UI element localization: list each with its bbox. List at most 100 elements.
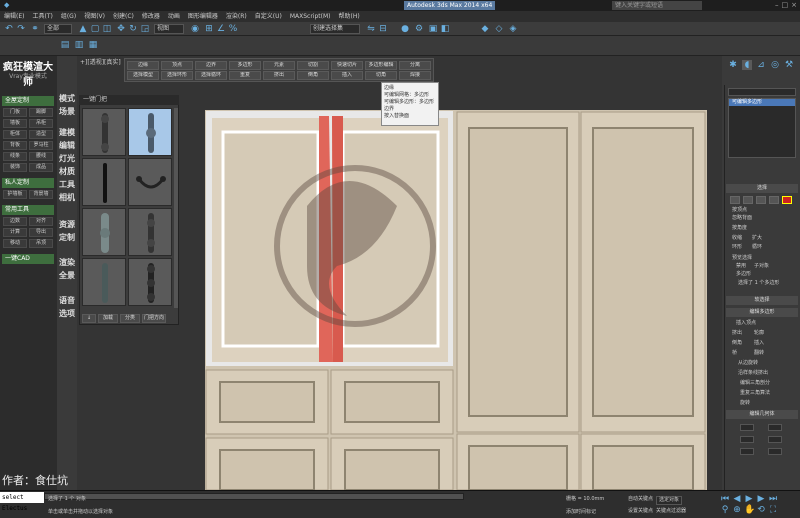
spinner-field[interactable] <box>768 436 782 443</box>
library-button[interactable]: 门把方向 <box>142 314 166 323</box>
create-icon[interactable]: ✱ <box>728 60 738 70</box>
goto-end-icon[interactable]: ⏭ <box>768 494 778 504</box>
percent-snap-icon[interactable]: % <box>228 24 238 34</box>
utilities-icon[interactable]: ⚒ <box>784 60 794 70</box>
key-selection-dropdown[interactable]: 选定对象 <box>656 496 683 505</box>
edit-polygon-option[interactable]: 从边旋转 <box>738 360 758 367</box>
edit-polygon-option[interactable]: 翻转 <box>754 350 764 357</box>
rotate-icon[interactable]: ↻ <box>128 24 138 34</box>
scene-explorer-icon[interactable]: ▥ <box>74 40 84 50</box>
plugin-button[interactable]: 移动 <box>3 239 27 248</box>
selection-option[interactable]: 忽略背面 <box>732 215 752 222</box>
play-icon[interactable]: ▶ <box>744 494 754 504</box>
search-input[interactable]: 键入关键字或短语 <box>612 1 702 10</box>
menu-item[interactable]: 帮助(H) <box>335 11 364 22</box>
plugin-button[interactable]: 护墙板 <box>3 190 27 199</box>
poly-tool-button[interactable]: 插入 <box>331 71 363 80</box>
prev-frame-icon[interactable]: ◀ <box>732 494 742 504</box>
poly-tool-button[interactable]: 重复 <box>229 71 261 80</box>
selection-option[interactable]: 预览选择 <box>732 255 752 262</box>
plugin-button[interactable]: 装饰 <box>3 163 27 172</box>
link-icon[interactable]: ⚭ <box>30 24 40 34</box>
plugin-section-header[interactable]: 私人定制 <box>2 178 54 188</box>
next-frame-icon[interactable]: ▶ <box>756 494 766 504</box>
menu-item[interactable]: 图形编辑器 <box>184 11 222 22</box>
plugin-vertical-tab[interactable]: 定制 <box>58 233 76 243</box>
edit-polygon-option[interactable]: 旋转 <box>740 400 750 407</box>
selection-option[interactable]: 扩大 <box>752 235 762 242</box>
library-button[interactable]: 分类 <box>120 314 140 323</box>
selection-filter-dropdown[interactable]: 全部 <box>44 24 72 34</box>
reference-coordinate-dropdown[interactable]: 视图 <box>154 24 184 34</box>
menu-item[interactable]: 渲染(R) <box>222 11 251 22</box>
poly-tool-button[interactable]: 分离 <box>399 61 431 70</box>
undo-icon[interactable]: ↶ <box>4 24 14 34</box>
edit-polygon-option[interactable]: 重复三角算法 <box>740 390 770 397</box>
align-icon[interactable]: ⊟ <box>378 24 388 34</box>
plugin-vertical-tab[interactable]: 资源 <box>58 220 76 230</box>
selection-option[interactable]: 收缩 <box>732 235 742 242</box>
subobject-border-icon[interactable] <box>756 196 766 204</box>
menu-item[interactable]: 编辑(E) <box>0 11 28 22</box>
plugin-vertical-tab[interactable]: 模式 <box>58 94 76 104</box>
poly-tool-button[interactable]: 选择模型 <box>127 71 159 80</box>
edit-polygon-option[interactable]: 沿样条线挤出 <box>738 370 768 377</box>
maximize-icon[interactable]: □ <box>782 0 789 11</box>
key-filters-button[interactable]: 关键点过滤器 <box>656 508 686 515</box>
mirror-icon[interactable]: ⇋ <box>366 24 376 34</box>
plugin-button[interactable]: 线条 <box>3 152 27 161</box>
plugin-button[interactable]: 墙板 <box>3 119 27 128</box>
maxscript-listener[interactable]: select Electus <box>0 492 44 512</box>
plugin-button[interactable]: 造型 <box>29 130 53 139</box>
plugin-button[interactable]: 门板 <box>3 108 27 117</box>
plugin-button[interactable]: 吊柜 <box>29 119 53 128</box>
plugin-button[interactable]: 成品 <box>29 163 53 172</box>
plugin-vertical-tab[interactable]: 工具 <box>58 180 76 190</box>
plugin-button[interactable]: 罗马柱 <box>29 141 53 150</box>
selection-option[interactable]: 环形 <box>732 244 742 251</box>
snap-icon[interactable]: ⊞ <box>204 24 214 34</box>
poly-tool-button[interactable]: 焊接 <box>399 71 431 80</box>
menu-item[interactable]: 修改器 <box>138 11 164 22</box>
angle-snap-icon[interactable]: ∠ <box>216 24 226 34</box>
edit-polygon-option[interactable]: 倒角 <box>732 340 742 347</box>
selection-option[interactable]: 循环 <box>752 244 762 251</box>
zoom-icon[interactable]: ⚲ <box>720 505 730 515</box>
modify-icon[interactable]: ◖ <box>742 60 752 70</box>
handle-thumbnail[interactable] <box>82 258 126 306</box>
motion-icon[interactable]: ◎ <box>770 60 780 70</box>
spinner-field[interactable] <box>768 424 782 431</box>
library-scrollbar[interactable] <box>174 108 178 308</box>
plugin-button[interactable]: 踢脚 <box>29 108 53 117</box>
poly-tool-button[interactable]: 切角 <box>365 71 397 80</box>
render-setup-icon[interactable]: ⚙ <box>414 24 424 34</box>
menu-item[interactable]: 工具(T) <box>28 11 56 22</box>
spinner-field[interactable] <box>740 424 754 431</box>
plugin-vertical-tab[interactable]: 相机 <box>58 193 76 203</box>
poly-tool-button[interactable]: 边缘 <box>127 61 159 70</box>
plugin-vertical-tab[interactable]: 材质 <box>58 167 76 177</box>
plugin-button[interactable]: 计算 <box>3 228 27 237</box>
selection-option[interactable]: 按顶点 <box>732 207 747 214</box>
schematic-icon[interactable]: ▦ <box>88 40 98 50</box>
plugin-vertical-tab[interactable]: 场景 <box>58 107 76 117</box>
auto-key-button[interactable]: 自动关键点 <box>628 496 653 503</box>
selection-option[interactable]: 按角度 <box>732 225 747 232</box>
selection-option[interactable]: 子对象 <box>754 263 769 270</box>
library-button[interactable]: 加载 <box>98 314 118 323</box>
edit-polygon-option[interactable]: 桥 <box>732 350 737 357</box>
plugin-button[interactable]: 柜体 <box>3 130 27 139</box>
poly-tool-button[interactable]: 选择循环 <box>195 71 227 80</box>
tool-icon-c[interactable]: ◈ <box>508 24 518 34</box>
add-time-tag[interactable]: 添加时间标记 <box>566 509 596 516</box>
tool-icon-a[interactable]: ◆ <box>480 24 490 34</box>
subobject-vertex-icon[interactable] <box>730 196 740 204</box>
poly-tool-button[interactable]: 选择环形 <box>161 71 193 80</box>
plugin-section-header[interactable]: 全屋定制 <box>2 96 54 106</box>
menu-item[interactable]: 视图(V) <box>80 11 109 22</box>
subobject-element-icon[interactable] <box>782 196 792 204</box>
poly-tool-button[interactable]: 倒角 <box>297 71 329 80</box>
plugin-vertical-tab[interactable]: 编辑 <box>58 141 76 151</box>
edit-polygon-option[interactable]: 插入顶点 <box>736 320 756 327</box>
select-region-icon[interactable]: ▢ <box>90 24 100 34</box>
